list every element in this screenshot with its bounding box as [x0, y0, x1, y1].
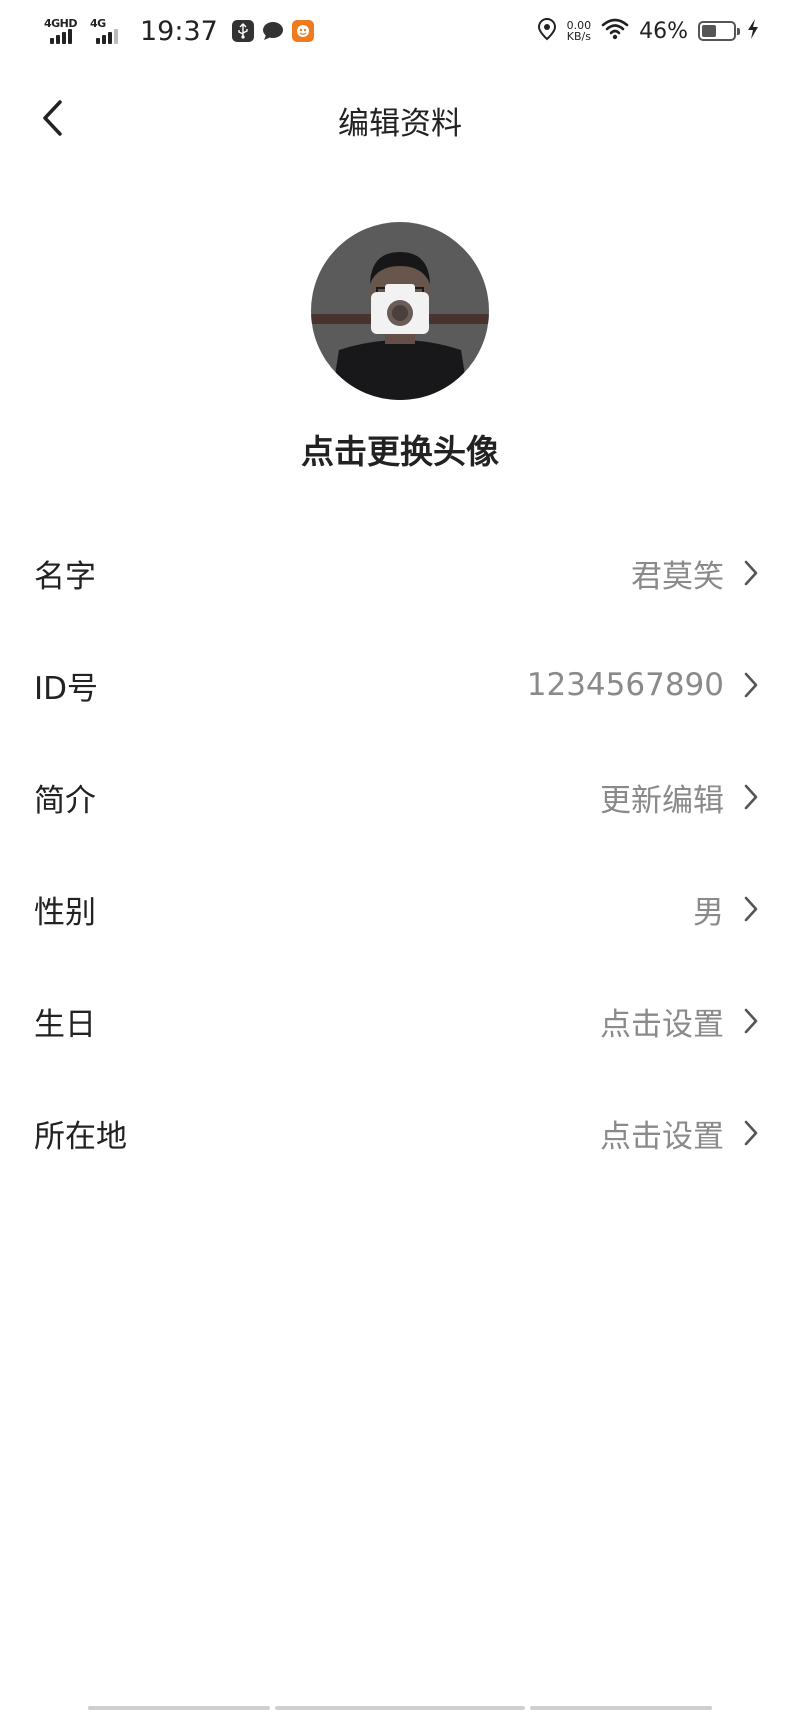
top-nav-bar: 编辑资料 — [0, 78, 800, 158]
row-value: 点击设置 — [600, 1006, 724, 1043]
status-bar-right: 0.00 KB/s 46% — [537, 12, 760, 50]
row-bio[interactable]: 简介 更新编辑 — [0, 741, 800, 853]
signal-icon-sim1: 4GHD — [44, 15, 82, 47]
row-label: 生日 — [34, 1006, 96, 1043]
gesture-bar-right[interactable] — [530, 1706, 712, 1710]
page-title: 编辑资料 — [338, 106, 462, 142]
row-label: 简介 — [34, 782, 96, 819]
chevron-right-icon — [740, 669, 762, 701]
charging-icon — [746, 18, 760, 44]
battery-percent: 46% — [639, 18, 688, 44]
row-id[interactable]: ID号 1234567890 — [0, 629, 800, 741]
row-value: 点击设置 — [600, 1118, 724, 1155]
chevron-right-icon — [740, 557, 762, 589]
signal-icon-sim2: 4G — [90, 15, 128, 47]
location-icon — [537, 17, 557, 45]
row-location[interactable]: 所在地 点击设置 — [0, 1077, 800, 1189]
chevron-right-icon — [740, 1005, 762, 1037]
row-value: 男 — [693, 894, 724, 931]
row-birthday[interactable]: 生日 点击设置 — [0, 965, 800, 1077]
chevron-right-icon — [740, 1117, 762, 1149]
wifi-icon — [601, 18, 629, 44]
usb-debug-icon — [231, 20, 254, 42]
status-bar-left: 4GHD 4G 19:37 — [44, 12, 314, 50]
message-bubble-icon — [262, 20, 284, 42]
chevron-right-icon — [740, 781, 762, 813]
profile-fields-list: 名字 君莫笑 ID号 1234567890 简介 更新编辑 性别 男 生日 点击… — [0, 517, 800, 1189]
row-gender[interactable]: 性别 男 — [0, 853, 800, 965]
network-speed-unit: KB/s — [566, 30, 591, 43]
status-time: 19:37 — [140, 15, 218, 47]
gesture-bar-left[interactable] — [88, 1706, 270, 1710]
battery-icon — [698, 21, 740, 41]
row-label: 所在地 — [34, 1118, 127, 1155]
row-value: 1234567890 — [526, 667, 724, 703]
avatar-change-hint[interactable]: 点击更换头像 — [0, 425, 800, 473]
row-label: 性别 — [34, 894, 96, 931]
avatar-image — [311, 222, 489, 400]
gesture-bar-center[interactable] — [275, 1706, 525, 1710]
avatar-change-button[interactable] — [311, 222, 489, 400]
row-name[interactable]: 名字 君莫笑 — [0, 517, 800, 629]
status-bar: 4GHD 4G 19:37 0.00 KB/s 46% — [0, 0, 800, 62]
row-value: 君莫笑 — [631, 558, 724, 595]
network-speed: 0.00 KB/s — [567, 20, 592, 42]
app-notification-icon — [291, 20, 314, 42]
row-value: 更新编辑 — [600, 782, 724, 819]
chevron-right-icon — [740, 893, 762, 925]
row-label: ID号 — [34, 670, 99, 707]
row-label: 名字 — [34, 558, 96, 595]
